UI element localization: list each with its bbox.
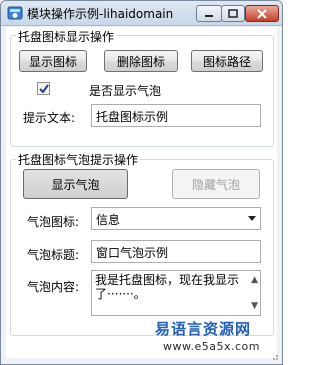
tray-icon-group-legend: 托盘图标显示操作 [16, 28, 117, 45]
app-icon [7, 6, 23, 20]
show-bubble-button[interactable]: 显示气泡 [23, 169, 128, 199]
tip-text-label: 提示文本: [23, 111, 76, 125]
tip-text-input[interactable]: 托盘图标示例 [91, 104, 261, 127]
watermark-url: www.e5a5x.com [163, 340, 260, 353]
bubble-content-label: 气泡内容: [27, 280, 80, 294]
bubble-group-legend: 托盘图标气泡提示操作 [16, 151, 141, 168]
chevron-down-icon [248, 216, 256, 221]
icon-path-button[interactable]: 图标路径 [191, 50, 263, 72]
bubble-icon-value: 信息 [96, 213, 121, 227]
hide-bubble-button[interactable]: 隐藏气泡 [172, 169, 260, 199]
close-icon [257, 8, 267, 19]
bubble-title-label: 气泡标题: [27, 248, 80, 262]
resize-grip-icon[interactable] [269, 351, 279, 361]
scroll-up-icon[interactable]: ▲ [251, 273, 258, 287]
maximize-button[interactable] [221, 5, 245, 22]
client-area: 托盘图标显示操作 显示图标 删除图标 图标路径 是否显示气泡 提示文本: 托盘图… [6, 27, 277, 358]
show-icon-button[interactable]: 显示图标 [19, 50, 87, 72]
bubble-icon-label: 气泡图标: [27, 215, 80, 229]
window-title: 模块操作示例-lihaidomain [27, 7, 174, 21]
bubble-icon-select[interactable]: 信息 [91, 207, 261, 230]
bubble-content-line2: 了·······。 [95, 287, 146, 301]
maximize-icon [228, 9, 238, 18]
check-icon [38, 83, 49, 94]
show-bubble-checkbox[interactable] [37, 82, 50, 95]
delete-icon-button[interactable]: 删除图标 [104, 50, 178, 72]
watermark: 易语言资源网 www.e5a5x.com [151, 318, 273, 358]
minimize-icon [205, 14, 213, 17]
close-button[interactable] [245, 5, 279, 22]
bubble-content-line1: 我是托盘图标，现在我显示 [95, 273, 240, 287]
bubble-title-input[interactable]: 窗口气泡示例 [91, 240, 261, 263]
show-bubble-label: 是否显示气泡 [89, 84, 162, 98]
minimize-button[interactable] [196, 5, 222, 22]
title-bar[interactable]: 模块操作示例-lihaidomain [1, 1, 282, 26]
bubble-content-textarea[interactable]: 我是托盘图标，现在我显示 了·······。 ▲ ▼ [91, 270, 261, 316]
app-window: 模块操作示例-lihaidomain 托盘图标显示操作 显示图标 删除图标 图标… [0, 0, 283, 365]
scroll-down-icon[interactable]: ▼ [251, 299, 258, 313]
watermark-title: 易语言资源网 [155, 320, 252, 338]
